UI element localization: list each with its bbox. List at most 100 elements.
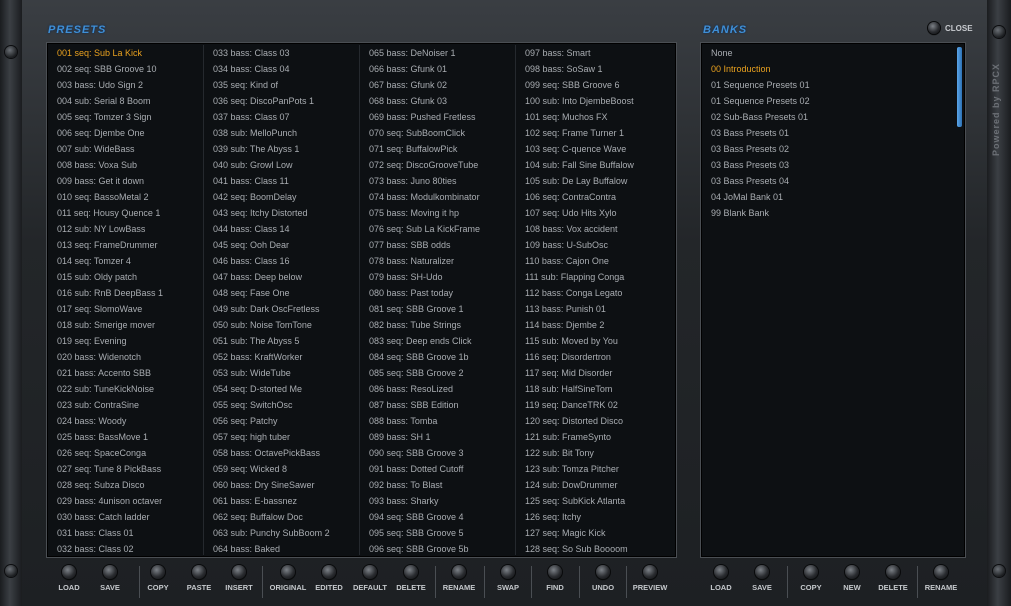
preset-item[interactable]: 023 sub: ContraSine [49, 397, 203, 413]
preset-item[interactable]: 064 bass: Baked [205, 541, 359, 555]
bank-item[interactable]: 00 Introduction [703, 61, 953, 77]
preset-item[interactable]: 041 bass: Class 11 [205, 173, 359, 189]
preset-item[interactable]: 121 sub: FrameSynto [517, 429, 671, 445]
preset-item[interactable]: 018 sub: Smerige mover [49, 317, 203, 333]
preset-item[interactable]: 045 seq: Ooh Dear [205, 237, 359, 253]
preset-item[interactable]: 015 sub: Oldy patch [49, 269, 203, 285]
preset-item[interactable]: 035 seq: Kind of [205, 77, 359, 93]
preset-item[interactable]: 098 bass: SoSaw 1 [517, 61, 671, 77]
preset-item[interactable]: 069 bass: Pushed Fretless [361, 109, 515, 125]
preset-item[interactable]: 057 seq: high tuber [205, 429, 359, 445]
preset-item[interactable]: 100 sub: Into DjembeBoost [517, 93, 671, 109]
preset-item[interactable]: 029 bass: 4unison octaver [49, 493, 203, 509]
preset-item[interactable]: 039 sub: The Abyss 1 [205, 141, 359, 157]
preset-item[interactable]: 127 seq: Magic Kick [517, 525, 671, 541]
preset-item[interactable]: 087 bass: SBB Edition [361, 397, 515, 413]
swap-button[interactable]: SWAP [486, 565, 530, 592]
preset-item[interactable]: 103 seq: C-quence Wave [517, 141, 671, 157]
preset-item[interactable]: 046 bass: Class 16 [205, 253, 359, 269]
preset-item[interactable]: 034 bass: Class 04 [205, 61, 359, 77]
preset-item[interactable]: 024 bass: Woody [49, 413, 203, 429]
preset-item[interactable]: 080 bass: Past today [361, 285, 515, 301]
preset-item[interactable]: 106 seq: ContraContra [517, 189, 671, 205]
preset-item[interactable]: 120 seq: Distorted Disco [517, 413, 671, 429]
preset-item[interactable]: 072 seq: DiscoGrooveTube [361, 157, 515, 173]
edited-button[interactable]: EDITED [307, 565, 351, 592]
preset-item[interactable]: 066 bass: Gfunk 01 [361, 61, 515, 77]
preset-item[interactable]: 119 seq: DanceTRK 02 [517, 397, 671, 413]
preset-item[interactable]: 036 seq: DiscoPanPots 1 [205, 93, 359, 109]
preset-item[interactable]: 110 bass: Cajon One [517, 253, 671, 269]
preset-item[interactable]: 105 sub: De Lay Buffalow [517, 173, 671, 189]
preset-item[interactable]: 089 bass: SH 1 [361, 429, 515, 445]
preset-item[interactable]: 123 sub: Tomza Pitcher [517, 461, 671, 477]
delete-button[interactable]: DELETE [389, 565, 433, 592]
preset-item[interactable]: 126 seq: Itchy [517, 509, 671, 525]
preset-item[interactable]: 027 seq: Tune 8 PickBass [49, 461, 203, 477]
preset-item[interactable]: 021 bass: Accento SBB [49, 365, 203, 381]
load-button[interactable]: LOAD [47, 565, 91, 592]
insert-button[interactable]: INSERT [217, 565, 261, 592]
preset-item[interactable]: 007 sub: WideBass [49, 141, 203, 157]
preset-item[interactable]: 094 seq: SBB Groove 4 [361, 509, 515, 525]
bank-delete-button[interactable]: DELETE [871, 565, 915, 592]
preset-item[interactable]: 096 seq: SBB Groove 5b [361, 541, 515, 555]
preset-item[interactable]: 004 sub: Serial 8 Boom [49, 93, 203, 109]
preset-item[interactable]: 093 bass: Sharky [361, 493, 515, 509]
bank-item[interactable]: 02 Sub-Bass Presets 01 [703, 109, 953, 125]
preset-item[interactable]: 040 sub: Growl Low [205, 157, 359, 173]
preset-item[interactable]: 111 sub: Flapping Conga [517, 269, 671, 285]
preset-item[interactable]: 059 seq: Wicked 8 [205, 461, 359, 477]
preset-item[interactable]: 043 seq: Itchy Distorted [205, 205, 359, 221]
preset-item[interactable]: 124 sub: DowDrummer [517, 477, 671, 493]
preset-item[interactable]: 107 seq: Udo Hits Xylo [517, 205, 671, 221]
preset-item[interactable]: 101 seq: Muchos FX [517, 109, 671, 125]
bank-item[interactable]: None [703, 45, 953, 61]
preset-item[interactable]: 055 seq: SwitchOsc [205, 397, 359, 413]
undo-button[interactable]: UNDO [581, 565, 625, 592]
preset-item[interactable]: 017 seq: SlomoWave [49, 301, 203, 317]
preset-item[interactable]: 038 sub: MelloPunch [205, 125, 359, 141]
preset-item[interactable]: 088 bass: Tomba [361, 413, 515, 429]
preset-item[interactable]: 011 seq: Housy Quence 1 [49, 205, 203, 221]
preset-item[interactable]: 014 seq: Tomzer 4 [49, 253, 203, 269]
rename-button[interactable]: RENAME [437, 565, 481, 592]
paste-button[interactable]: PASTE [177, 565, 221, 592]
preset-item[interactable]: 051 sub: The Abyss 5 [205, 333, 359, 349]
bank-item[interactable]: 03 Bass Presets 04 [703, 173, 953, 189]
preset-item[interactable]: 025 bass: BassMove 1 [49, 429, 203, 445]
preset-item[interactable]: 065 bass: DeNoiser 1 [361, 45, 515, 61]
preset-item[interactable]: 010 seq: BassoMetal 2 [49, 189, 203, 205]
copy-button[interactable]: COPY [136, 565, 180, 592]
original-button[interactable]: ORIGINAL [266, 565, 310, 592]
preset-item[interactable]: 073 bass: Juno 80ties [361, 173, 515, 189]
bank-copy-button[interactable]: COPY [789, 565, 833, 592]
preset-item[interactable]: 122 sub: Bit Tony [517, 445, 671, 461]
preset-item[interactable]: 070 seq: SubBoomClick [361, 125, 515, 141]
preset-item[interactable]: 030 bass: Catch ladder [49, 509, 203, 525]
preset-item[interactable]: 058 bass: OctavePickBass [205, 445, 359, 461]
banks-scrollbar[interactable] [957, 47, 962, 127]
preset-item[interactable]: 001 seq: Sub La Kick [49, 45, 203, 61]
preset-item[interactable]: 082 bass: Tube Strings [361, 317, 515, 333]
preset-item[interactable]: 091 bass: Dotted Cutoff [361, 461, 515, 477]
preset-item[interactable]: 090 seq: SBB Groove 3 [361, 445, 515, 461]
preset-item[interactable]: 028 seq: Subza Disco [49, 477, 203, 493]
preset-item[interactable]: 095 seq: SBB Groove 5 [361, 525, 515, 541]
bank-item[interactable]: 03 Bass Presets 03 [703, 157, 953, 173]
preset-item[interactable]: 115 sub: Moved by You [517, 333, 671, 349]
preset-item[interactable]: 125 seq: SubKick Atlanta [517, 493, 671, 509]
bank-save-button[interactable]: SAVE [740, 565, 784, 592]
preset-item[interactable]: 074 bass: Modulkombinator [361, 189, 515, 205]
preset-item[interactable]: 003 bass: Udo Sign 2 [49, 77, 203, 93]
preset-item[interactable]: 116 seq: Disordertron [517, 349, 671, 365]
preset-item[interactable]: 002 seq: SBB Groove 10 [49, 61, 203, 77]
preset-item[interactable]: 076 seq: Sub La KickFrame [361, 221, 515, 237]
presets-list[interactable]: 001 seq: Sub La Kick 002 seq: SBB Groove … [46, 42, 677, 558]
save-button[interactable]: SAVE [88, 565, 132, 592]
preset-item[interactable]: 044 bass: Class 14 [205, 221, 359, 237]
preset-item[interactable]: 061 bass: E-bassnez [205, 493, 359, 509]
bank-item[interactable]: 03 Bass Presets 01 [703, 125, 953, 141]
preset-item[interactable]: 112 bass: Conga Legato [517, 285, 671, 301]
preset-item[interactable]: 016 sub: RnB DeepBass 1 [49, 285, 203, 301]
